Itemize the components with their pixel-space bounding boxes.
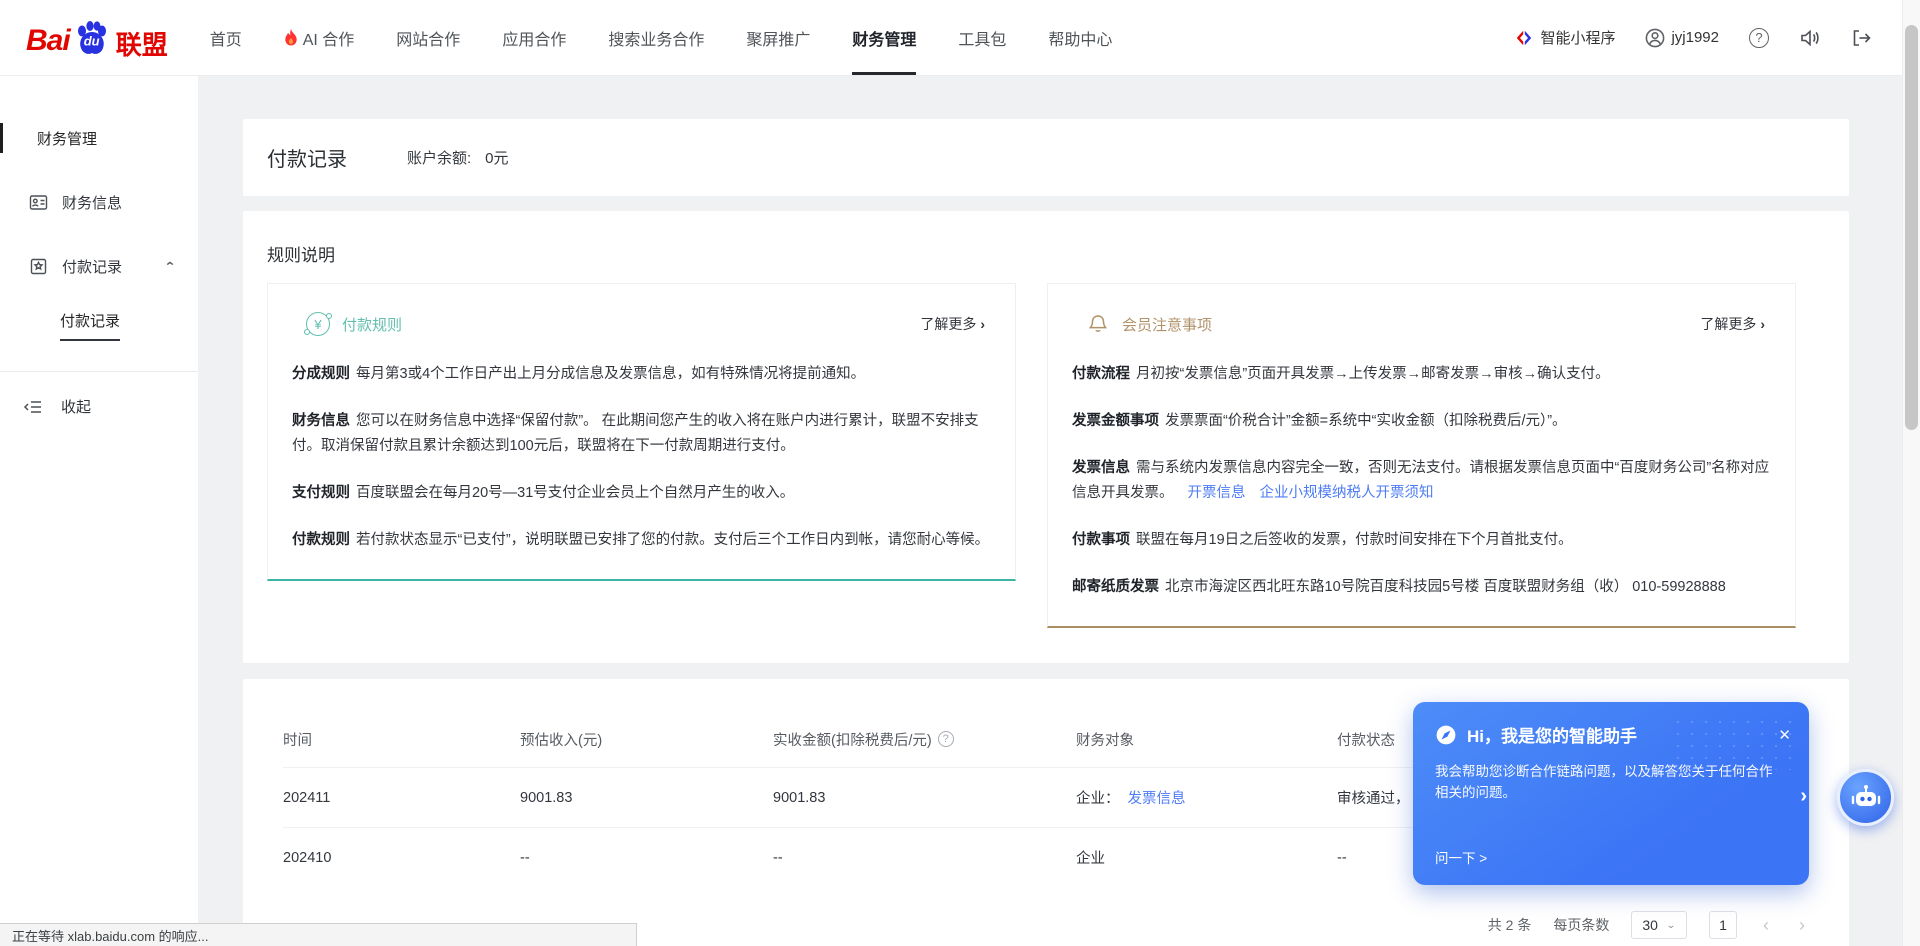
chevron-right-icon: › — [980, 316, 985, 332]
compass-icon — [1435, 724, 1457, 746]
topbar-right-area: 智能小程序 jyj1992 ? — [1515, 27, 1902, 48]
id-card-icon — [29, 193, 48, 212]
balance-value: 0元 — [485, 150, 508, 167]
rule-item: 付款事项联盟在每月19日之后签收的发票，付款时间安排在下个月首批支付。 — [1072, 528, 1771, 553]
cell-time: 202411 — [283, 790, 520, 806]
chevron-up-icon[interactable]: ⌃ — [164, 259, 176, 273]
cell-entity: 企业 — [1076, 847, 1337, 868]
status-text: 正在等待 xlab.baidu.com 的响应... — [12, 926, 209, 945]
sidebar: 财务管理 财务信息 付款记录 ⌃ 付款记录 — [0, 76, 198, 946]
user-account[interactable]: jyj1992 — [1645, 28, 1719, 48]
nav-item-help-center[interactable]: 帮助中心 — [1048, 0, 1112, 75]
rule-item: 分成规则每月第3或4个工作日产出上月分成信息及发票信息，如有特殊情况将提前通知。 — [292, 362, 991, 387]
assistant-expand-arrow[interactable]: › — [1800, 786, 1807, 806]
cell-estimated: -- — [520, 850, 773, 866]
mini-program-link[interactable]: 智能小程序 — [1515, 27, 1615, 48]
cell-estimated: 9001.83 — [520, 790, 773, 806]
total-count: 共 2 条 — [1488, 915, 1532, 935]
payment-rules-panel: ¥ 付款规则 了解更多› 分成规则每月第3或4个工作日产出上月分成信息及发票信息… — [267, 283, 1016, 581]
rule-item: 支付规则百度联盟会在每月20号—31号支付企业会员上个自然月产生的收入。 — [292, 481, 991, 506]
coin-yen-icon: ¥ — [306, 312, 330, 336]
assistant-popup: Hi，我是您的智能助手 ✕ 我会帮助您诊断合作链路问题，以及解答您关于任何合作相… — [1413, 702, 1809, 885]
rules-card: 规则说明 ¥ 付款规则 了解更多› 分成规则每月第3或4个工作日产出上月分成信息… — [243, 211, 1849, 663]
robot-icon — [1849, 781, 1883, 815]
info-icon[interactable]: ? — [938, 731, 954, 747]
member-notes-title: 会员注意事项 — [1122, 314, 1212, 335]
cell-entity: 企业：发票信息 — [1076, 787, 1337, 808]
bell-icon — [1086, 312, 1110, 336]
help-icon[interactable]: ? — [1749, 28, 1769, 48]
scrollbar-thumb[interactable] — [1905, 25, 1918, 430]
col-header-estimated: 预估收入(元) — [520, 729, 773, 750]
sidebar-divider — [0, 371, 198, 372]
mini-program-diamond-icon — [1515, 29, 1533, 47]
cell-actual: 9001.83 — [773, 790, 1076, 806]
col-header-entity: 财务对象 — [1076, 729, 1337, 750]
cell-actual: -- — [773, 850, 1076, 866]
logo-text-union: 联盟 — [116, 32, 168, 58]
col-header-actual: 实收金额(扣除税费后/元) ? — [773, 729, 1076, 750]
browser-status-bar: 正在等待 xlab.baidu.com 的响应... — [0, 923, 637, 946]
rule-item: 财务信息您可以在财务信息中选择“保留付款”。 在此期间您产生的收入将在账户内进行… — [292, 409, 991, 459]
logout-icon[interactable] — [1851, 28, 1872, 48]
page-number-current[interactable]: 1 — [1709, 911, 1737, 939]
small-taxpayer-notice-link[interactable]: 企业小规模纳税人开票须知 — [1260, 485, 1434, 501]
nav-item-screen-promo[interactable]: 聚屏推广 — [746, 0, 810, 75]
prev-page-button[interactable]: ‹ — [1759, 915, 1773, 936]
user-icon — [1645, 28, 1665, 48]
page-title: 付款记录 — [267, 143, 347, 172]
nav-item-home[interactable]: 首页 — [210, 0, 242, 75]
assistant-robot-button[interactable] — [1837, 769, 1894, 826]
nav-item-toolkit[interactable]: 工具包 — [958, 0, 1006, 75]
chevron-right-icon: › — [1760, 316, 1765, 332]
baidu-union-logo[interactable]: Bai du 联盟 — [26, 18, 168, 58]
invoice-info-cell-link[interactable]: 发票信息 — [1128, 791, 1186, 807]
payment-rules-more-link[interactable]: 了解更多› — [920, 314, 985, 334]
sidebar-collapse-button[interactable]: 收起 — [23, 396, 198, 417]
assistant-message: 我会帮助您诊断合作链路问题，以及解答您关于任何合作相关的问题。 — [1413, 747, 1809, 803]
baidu-paw-icon: du — [72, 18, 112, 58]
page-header-card: 付款记录 账户余额:0元 — [243, 119, 1849, 196]
browser-viewport: Bai du 联盟 首页 AI 合作 网站合作 — [0, 0, 1920, 946]
sidebar-item-finance-info[interactable]: 财务信息 — [0, 184, 198, 220]
per-page-label: 每页条数 — [1553, 915, 1609, 935]
member-notes-more-link[interactable]: 了解更多› — [1700, 314, 1765, 334]
payment-rules-title: 付款规则 — [342, 314, 402, 335]
nav-item-finance[interactable]: 财务管理 — [852, 0, 916, 75]
rules-section-title: 规则说明 — [267, 241, 1825, 266]
main-nav: 首页 AI 合作 网站合作 应用合作 搜索业务合作 聚屏推广 财务管理 工具包 … — [210, 0, 1113, 75]
nav-item-search-coop[interactable]: 搜索业务合作 — [608, 0, 704, 75]
nav-item-ai-coop[interactable]: AI 合作 — [284, 0, 355, 75]
col-header-time: 时间 — [283, 729, 520, 750]
rule-item: 付款规则若付款状态显示“已支付”，说明联盟已安排了您的付款。支付后三个工作日内到… — [292, 528, 991, 553]
collapse-icon — [23, 399, 43, 415]
vertical-scrollbar[interactable] — [1902, 0, 1920, 946]
rule-item: 邮寄纸质发票北京市海淀区西北旺东路10号院百度科技园5号楼 百度联盟财务组（收）… — [1072, 575, 1771, 600]
per-page-select[interactable]: 30 ⌄ — [1631, 911, 1687, 939]
chevron-down-icon: ⌄ — [1666, 919, 1676, 930]
logo-text-bai: Bai — [26, 24, 70, 58]
nav-item-website-coop[interactable]: 网站合作 — [396, 0, 460, 75]
account-balance: 账户余额:0元 — [407, 147, 509, 168]
rule-item: 发票信息需与系统内发票信息内容完全一致，否则无法支付。请根据发票信息页面中“百度… — [1072, 456, 1771, 506]
badge-star-icon — [29, 257, 48, 276]
nav-item-app-coop[interactable]: 应用合作 — [502, 0, 566, 75]
close-icon[interactable]: ✕ — [1778, 726, 1791, 744]
sidebar-section-finance[interactable]: 财务管理 — [0, 120, 198, 156]
next-page-button[interactable]: › — [1795, 915, 1809, 936]
ask-button[interactable]: 问一下 > — [1435, 847, 1487, 867]
assistant-title: Hi，我是您的智能助手 — [1467, 722, 1637, 747]
rule-item: 发票金额事项发票票面“价税合计”金额=系统中“实收金额（扣除税费后/元）”。 — [1072, 409, 1771, 434]
sound-icon[interactable] — [1799, 28, 1821, 48]
cell-time: 202410 — [283, 850, 520, 866]
flame-icon — [284, 29, 298, 46]
member-notes-panel: 会员注意事项 了解更多› 付款流程月初按“发票信息”页面开具发票→上传发票→邮寄… — [1047, 283, 1796, 628]
top-nav-bar: Bai du 联盟 首页 AI 合作 网站合作 — [0, 0, 1902, 76]
invoice-info-link[interactable]: 开票信息 — [1188, 485, 1246, 501]
rule-item: 付款流程月初按“发票信息”页面开具发票→上传发票→邮寄发票→审核→确认支付。 — [1072, 362, 1771, 387]
sidebar-subitem-payment-records[interactable]: 付款记录 — [60, 310, 120, 341]
logo-text-du: du — [84, 33, 100, 48]
sidebar-item-payment-records[interactable]: 付款记录 ⌃ — [0, 248, 198, 284]
